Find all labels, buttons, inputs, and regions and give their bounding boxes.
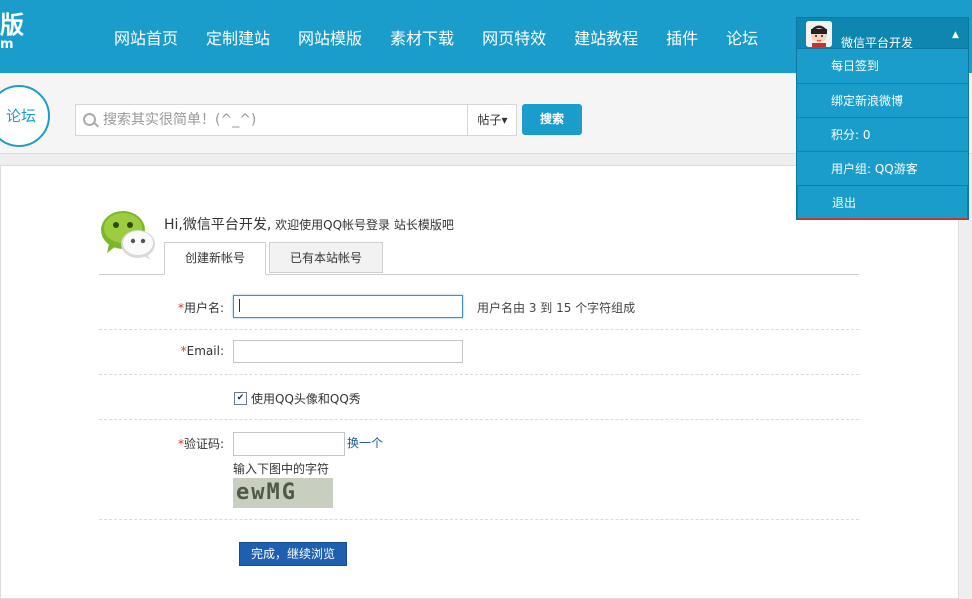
site-logo[interactable]: 版 m xyxy=(0,12,24,52)
email-label: *Email: xyxy=(181,344,224,358)
nav-item-forum[interactable]: 论坛 xyxy=(712,25,772,49)
greeting-name: Hi,微信平台开发, xyxy=(164,217,272,233)
caret-up-icon: ▲ xyxy=(952,30,959,40)
logo-text-line2: m xyxy=(0,37,14,52)
main-nav: 网站首页 定制建站 网站模版 素材下载 网页特效 建站教程 插件 论坛 xyxy=(100,0,772,73)
menu-item-points[interactable]: 积分: 0 xyxy=(797,117,968,151)
search-button[interactable]: 搜索 xyxy=(522,104,582,135)
search-type-select[interactable]: 帖子▾ xyxy=(467,105,517,135)
username-hint: 用户名由 3 到 15 个字符组成 xyxy=(477,301,636,315)
menu-item-logout[interactable]: 退出 xyxy=(797,185,968,219)
username-label-text: 用户名: xyxy=(183,301,224,315)
text-cursor xyxy=(239,299,240,312)
captcha-row: *验证码: 换一个 输入下图中的字符 ewMG xyxy=(99,420,859,520)
submit-button[interactable]: 完成，继续浏览 xyxy=(239,542,347,566)
use-qq-row: ✔ 使用QQ头像和QQ秀 xyxy=(99,375,859,420)
use-qq-checkbox[interactable]: ✔ xyxy=(234,392,247,405)
nav-item-custom-build[interactable]: 定制建站 xyxy=(192,25,284,49)
tab-existing-account[interactable]: 已有本站帐号 xyxy=(269,242,383,273)
menu-item-bind-weibo[interactable]: 绑定新浪微博 xyxy=(797,83,968,117)
avatar xyxy=(806,21,832,47)
nav-item-tutorials[interactable]: 建站教程 xyxy=(560,25,652,49)
email-row: *Email: xyxy=(99,330,859,375)
register-panel: Hi,微信平台开发, 欢迎使用QQ帐号登录 站长模版吧 创建新帐号 已有本站帐号… xyxy=(0,165,959,599)
greeting-tail: 欢迎使用QQ帐号登录 站长模版吧 xyxy=(271,218,454,232)
username-label: *用户名: xyxy=(178,299,224,316)
nav-item-effects[interactable]: 网页特效 xyxy=(468,25,560,49)
email-label-text: Email: xyxy=(186,344,224,358)
forum-badge-label: 论坛 xyxy=(6,107,37,125)
nav-item-templates[interactable]: 网站模版 xyxy=(284,25,376,49)
captcha-image[interactable]: ewMG xyxy=(233,478,333,508)
nav-item-plugins[interactable]: 插件 xyxy=(652,25,712,49)
email-field[interactable] xyxy=(233,340,463,363)
search-icon xyxy=(83,113,96,126)
captcha-input[interactable] xyxy=(233,432,345,456)
register-tabs: 创建新帐号 已有本站帐号 xyxy=(99,242,859,275)
username-row: *用户名: 用户名由 3 到 15 个字符组成 xyxy=(99,275,859,330)
nav-item-downloads[interactable]: 素材下载 xyxy=(376,25,468,49)
captcha-label: *验证码: xyxy=(178,435,224,452)
menu-item-daily-checkin[interactable]: 每日签到 xyxy=(797,49,968,83)
search-input[interactable] xyxy=(101,109,465,131)
captcha-hint: 输入下图中的字符 xyxy=(233,462,330,476)
user-menu-trigger[interactable]: 微信平台开发 ▲ xyxy=(796,17,969,50)
user-dropdown-menu: 每日签到 绑定新浪微博 积分: 0 用户组: QQ游客 退出 xyxy=(796,48,969,220)
forum-badge[interactable]: 论坛 xyxy=(0,85,50,147)
username-input[interactable] xyxy=(233,295,463,318)
logo-text-line1: 版 xyxy=(0,11,24,39)
search-box: 帖子▾ xyxy=(75,104,517,136)
nav-item-home[interactable]: 网站首页 xyxy=(100,25,192,49)
menu-item-user-group[interactable]: 用户组: QQ游客 xyxy=(797,151,968,185)
captcha-refresh-link[interactable]: 换一个 xyxy=(347,434,383,451)
captcha-label-text: 验证码: xyxy=(183,437,224,451)
greeting-text: Hi,微信平台开发, 欢迎使用QQ帐号登录 站长模版吧 xyxy=(164,214,454,234)
captcha-image-text: ewMG xyxy=(236,480,297,505)
tab-create-account[interactable]: 创建新帐号 xyxy=(164,242,266,275)
use-qq-label: 使用QQ头像和QQ秀 xyxy=(251,392,361,406)
